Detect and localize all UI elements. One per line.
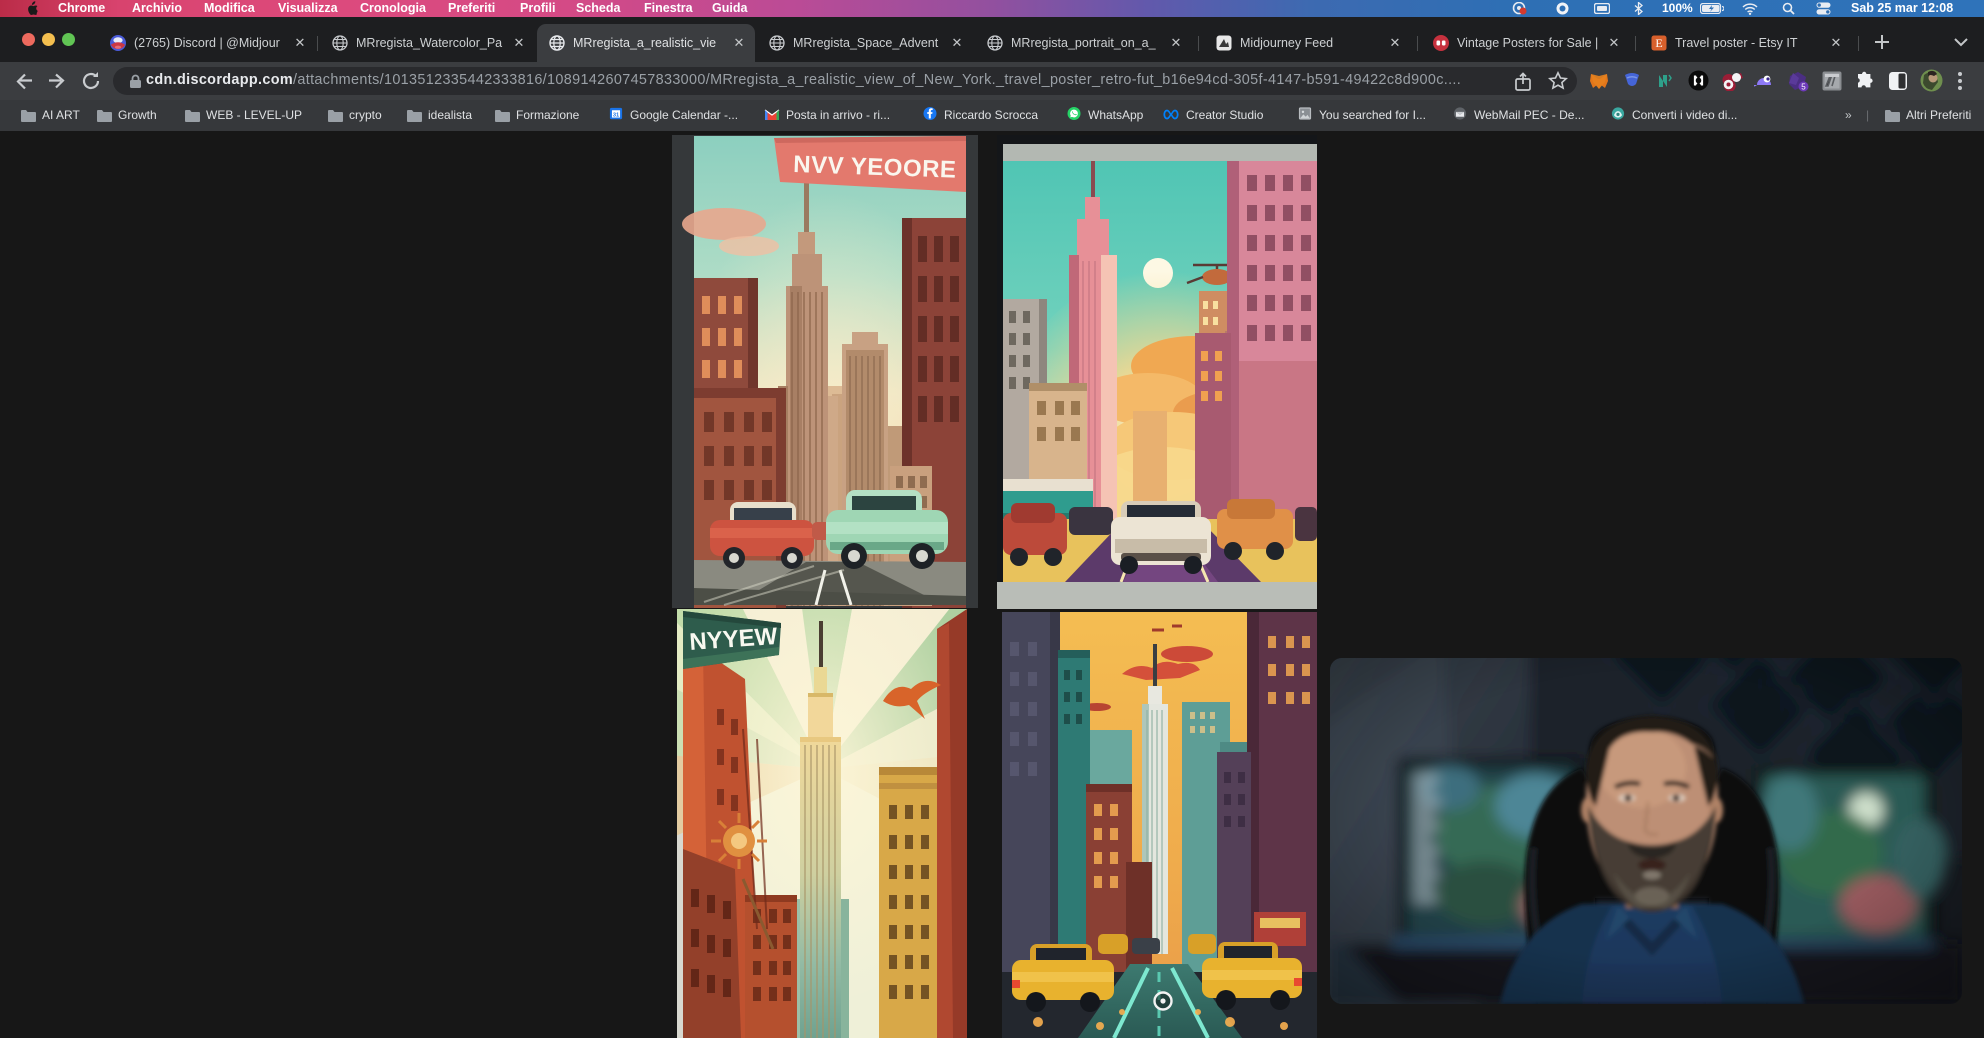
svg-text:31: 31 <box>613 112 619 118</box>
svg-text:E: E <box>1655 36 1662 50</box>
svg-text:5: 5 <box>1801 83 1806 92</box>
svg-text:NVV YEOORE: NVV YEOORE <box>793 151 957 184</box>
